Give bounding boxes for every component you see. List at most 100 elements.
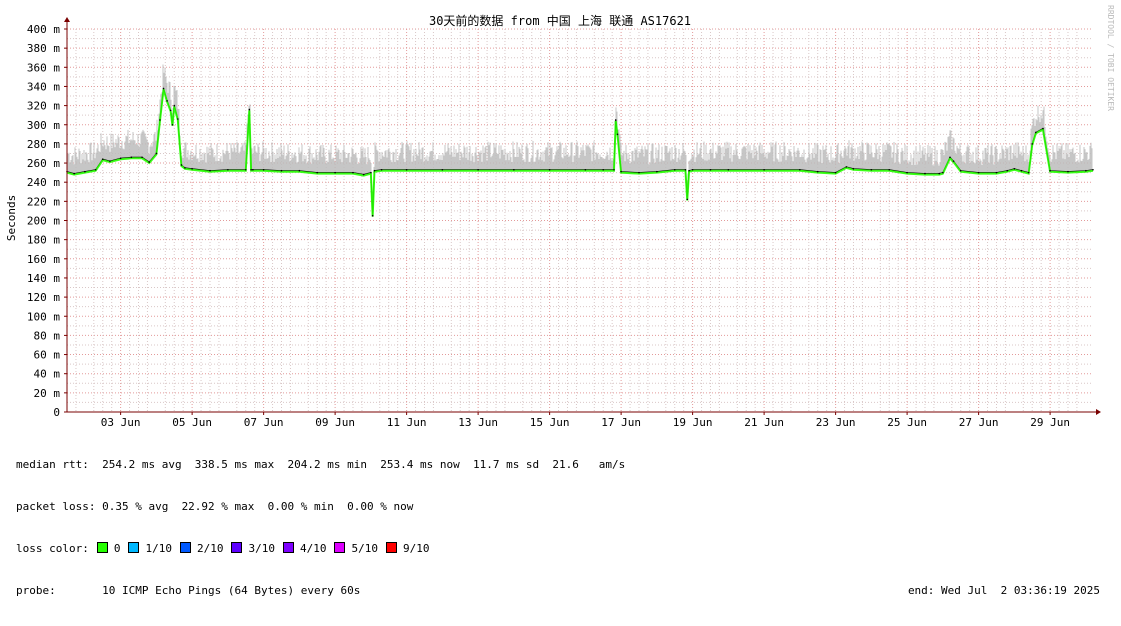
y-tick-label: 320 m (27, 100, 60, 113)
median-rtt-point (141, 156, 143, 159)
smoke-band (67, 64, 1093, 208)
median-rtt-point (613, 168, 615, 171)
y-tick-label: 340 m (27, 80, 60, 93)
median-rtt-point (101, 158, 104, 161)
x-tick-label: 29 Jun (1030, 416, 1070, 429)
x-tick-label: 27 Jun (959, 416, 999, 429)
x-tick-label: 15 Jun (530, 416, 570, 429)
axes (64, 17, 1101, 415)
packet-loss-stats: packet loss: 0.35 % avg 22.92 % max 0.00… (16, 500, 414, 513)
median-rtt-point (1020, 169, 1023, 172)
median-rtt-point (405, 168, 408, 171)
median-rtt-point (673, 168, 676, 171)
median-rtt-point (938, 172, 941, 175)
x-tick-label: 03 Jun (101, 416, 141, 429)
grid (66, 28, 1093, 413)
median-rtt-point (119, 157, 122, 160)
median-rtt-point (244, 168, 247, 171)
median-rtt-point (130, 156, 133, 159)
median-rtt-line (66, 88, 1094, 216)
median-rtt-point (906, 171, 908, 174)
median-rtt-point (73, 172, 75, 175)
median-rtt-point (109, 160, 111, 162)
median-rtt-point (959, 169, 962, 172)
loss-color-swatch-label: 2/10 (196, 542, 224, 555)
median-rtt-point (1013, 167, 1016, 170)
loss-color-swatch (128, 542, 140, 553)
loss-color-legend: loss color: 0 1/10 2/10 3/10 4/10 5/10 9/10 (16, 542, 1116, 556)
x-tick-label: 17 Jun (601, 416, 641, 429)
median-rtt-point (709, 168, 712, 171)
loss-color-swatch-label: 9/10 (402, 542, 430, 555)
median-rtt-point (816, 170, 819, 173)
median-rtt-point (691, 168, 694, 171)
probe-row: probe: 10 ICMP Echo Pings (64 Bytes) eve… (16, 584, 1116, 598)
median-rtt-point (614, 119, 617, 121)
y-axis-label: Seconds (5, 195, 18, 241)
median-rtt-point (177, 118, 179, 120)
loss-color-swatches: 0 1/10 2/10 3/10 4/10 5/10 9/10 (89, 542, 430, 555)
chart-canvas: 0 20 m 40 m 60 m 80 m 100 m 120 m 140 m 160 m 180… (5, 5, 1115, 429)
end-time: end: Wed Jul 2 03:36:19 2025 (907, 584, 1100, 597)
median-rtt-point (362, 173, 365, 176)
loss-color-label: loss color: (16, 542, 89, 555)
loss-color-swatch (282, 542, 294, 553)
median-rtt-point (870, 168, 873, 171)
y-tick-label: 40 m (34, 368, 61, 381)
median-rtt-point (184, 167, 186, 169)
median-rtt-point (1092, 168, 1094, 171)
median-rtt-point (1049, 169, 1051, 172)
median-rtt-point (148, 161, 151, 163)
y-tick-label: 200 m (27, 215, 60, 228)
y-tick-label: 400 m (27, 23, 60, 36)
x-tick-label: 09 Jun (315, 416, 355, 429)
x-tick-label: 21 Jun (744, 416, 784, 429)
median-rtt-line-group (66, 87, 1094, 217)
median-rtt-point (373, 169, 376, 172)
median-rtt-point (298, 169, 301, 172)
median-rtt-point (1067, 170, 1069, 173)
x-tick-label: 19 Jun (673, 416, 713, 429)
median-rtt-point (799, 168, 801, 171)
chart-title: 30天前的数据 from 中国 上海 联通 AS17621 (429, 13, 691, 28)
loss-color-swatch (231, 542, 243, 553)
loss-color-swatch (96, 542, 108, 553)
median-rtt-point (262, 168, 265, 171)
median-rtt-point (656, 170, 658, 173)
median-rtt-point (924, 172, 926, 175)
y-axis-arrow (64, 17, 70, 22)
median-rtt-point (380, 168, 383, 171)
median-rtt-point (1085, 169, 1087, 172)
y-tick-label: 120 m (27, 291, 60, 304)
median-rtt-point (949, 156, 951, 159)
median-rtt-point (352, 171, 354, 174)
y-tick-label: 0 (53, 406, 60, 419)
median-rtt-point (1042, 127, 1044, 130)
median-rtt-point (548, 168, 551, 171)
median-rtt-point (180, 164, 183, 166)
y-tick-label: 280 m (27, 138, 60, 151)
median-rtt-point (252, 168, 254, 171)
median-rtt-point (316, 171, 319, 174)
median-rtt-point (209, 169, 211, 172)
median-rtt-point (1006, 169, 1009, 172)
y-tick-label: 240 m (27, 176, 60, 189)
loss-color-swatch-label: 1/10 (145, 542, 172, 555)
y-tick-label: 80 m (34, 329, 61, 342)
loss-color-swatch (179, 542, 191, 553)
median-rtt-point (727, 168, 730, 171)
median-rtt-point (248, 108, 251, 111)
y-tick-label: 300 m (27, 119, 60, 132)
median-rtt-point (952, 160, 955, 162)
median-rtt-point (162, 87, 165, 90)
y-tick-label: 140 m (27, 272, 60, 285)
median-rtt-point (173, 104, 176, 107)
x-tick-label: 11 Jun (387, 416, 427, 429)
median-rtt-stats: median rtt: 254.2 ms avg 338.5 ms max 20… (16, 458, 626, 471)
y-tick-label: 380 m (27, 42, 60, 55)
median-rtt-point (888, 168, 891, 171)
median-rtt-point (513, 168, 515, 171)
median-rtt-point (169, 109, 172, 112)
y-tick-label: 100 m (27, 310, 60, 323)
loss-color-swatch-label: 5/10 (351, 542, 378, 555)
